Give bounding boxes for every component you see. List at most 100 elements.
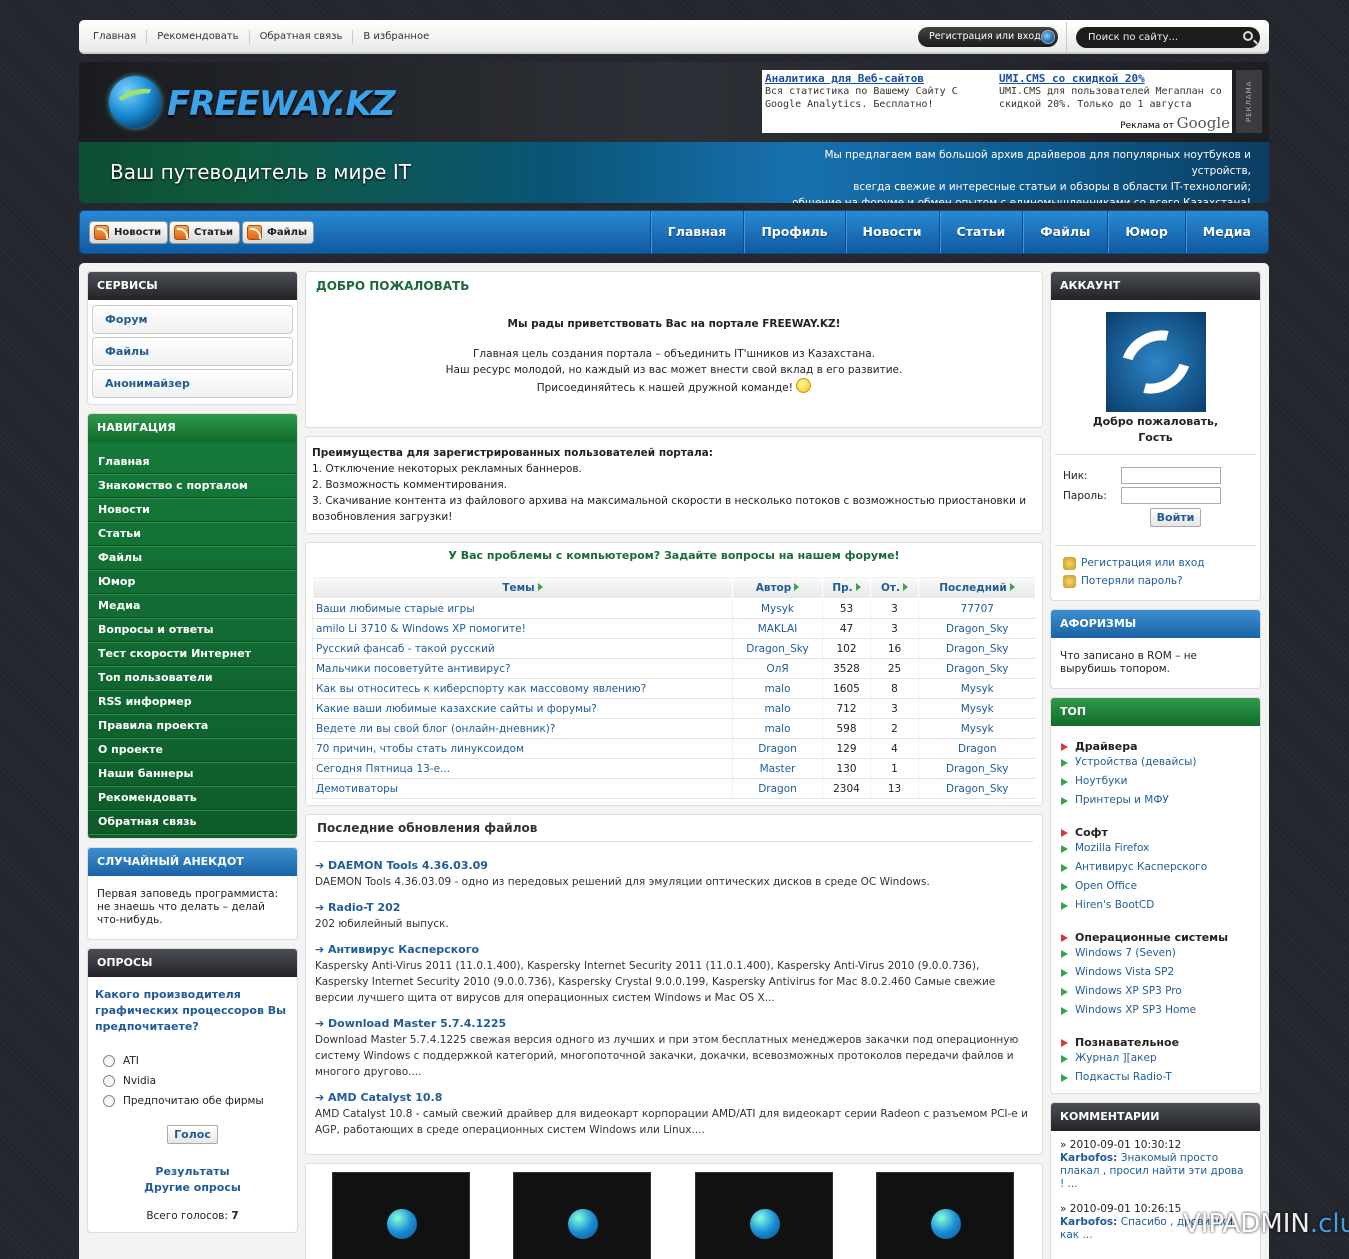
top-item-link[interactable]: Hiren's BootCD (1061, 896, 1260, 915)
top-item-link[interactable]: Ноутбуки (1061, 772, 1260, 791)
rss-articles-button[interactable]: Статьи (169, 221, 241, 244)
table-row[interactable]: 70 причин, чтобы стать линуксоидом Dragon… (312, 738, 1036, 759)
top-item-link[interactable]: Windows 7 (Seven) (1061, 944, 1260, 963)
nav-item[interactable]: Тест скорости Интернет (88, 642, 297, 666)
author-link[interactable]: Dragon (732, 778, 823, 799)
topic-link[interactable]: Сегодня Пятница 13-е... (312, 758, 733, 779)
last-poster-link[interactable]: Dragon_Sky (918, 638, 1036, 659)
file-title-link[interactable]: ➔ Radio-T 202 (315, 900, 1033, 916)
author-link[interactable]: malo (732, 718, 823, 739)
search-icon[interactable] (1243, 31, 1253, 41)
last-poster-link[interactable]: Dragon_Sky (918, 778, 1036, 799)
author-link[interactable]: ОлЯ (732, 658, 823, 679)
video-thumbnail[interactable] (332, 1172, 470, 1259)
poll-option[interactable]: ATI (88, 1051, 297, 1071)
ad-item-2[interactable]: UMI.CMS со скидкой 20% UMI.CMS для польз… (999, 72, 1224, 111)
ad-title-2[interactable]: UMI.CMS со скидкой 20% (999, 72, 1224, 85)
author-link[interactable]: Dragon_Sky (732, 638, 823, 659)
comment-body[interactable]: Karbofos: Знакомый просто плакал , проси… (1060, 1152, 1251, 1191)
nav-files[interactable]: Файлы (1022, 211, 1107, 253)
nav-item[interactable]: Правила проекта (88, 714, 297, 738)
table-row[interactable]: Мальчики посоветуйте антивирус? ОлЯ 3528 25… (312, 658, 1036, 679)
topic-link[interactable]: Русский фансаб - такой русский (312, 638, 733, 659)
video-thumbnail[interactable] (876, 1172, 1014, 1259)
table-row[interactable]: Ваши любимые старые игры Mysyk 53 3 77707 (312, 598, 1036, 619)
nav-articles[interactable]: Статьи (938, 211, 1023, 253)
top-link-home[interactable]: Главная (83, 30, 148, 44)
password-input[interactable] (1121, 487, 1221, 504)
nav-home[interactable]: Главная (649, 211, 744, 253)
file-title-link[interactable]: ➔ Антивирус Касперского (315, 942, 1033, 958)
comment-author[interactable]: Karbofos: (1060, 1216, 1117, 1228)
poll-option[interactable]: Предпочитаю обе фирмы (88, 1091, 297, 1111)
lost-password-link[interactable]: Потеряли пароль? (1055, 572, 1256, 590)
table-row[interactable]: Русский фансаб - такой русский Dragon_Sky… (312, 638, 1036, 659)
rss-files-button[interactable]: Файлы (242, 221, 315, 244)
last-poster-link[interactable]: Mysyk (918, 698, 1036, 719)
table-row[interactable]: amilo Li 3710 & Windows XP помогите! MAKL… (312, 618, 1036, 639)
col-header-author[interactable]: Автор (732, 576, 823, 599)
radio-button[interactable] (103, 1055, 115, 1067)
topic-link[interactable]: Какие ваши любимые казахские сайты и фор… (312, 698, 733, 719)
service-anonymizer[interactable]: Анонимайзер (92, 369, 293, 398)
topic-link[interactable]: 70 причин, чтобы стать линуксоидом (312, 738, 733, 759)
top-link-favorites[interactable]: В избранное (353, 30, 439, 44)
nav-item[interactable]: Статьи (88, 522, 297, 546)
table-row[interactable]: Какие ваши любимые казахские сайты и фор… (312, 698, 1036, 719)
radio-button[interactable] (103, 1075, 115, 1087)
nav-item[interactable]: Знакомство с порталом (88, 474, 297, 498)
file-title-link[interactable]: ➔ DAEMON Tools 4.36.03.09 (315, 858, 1033, 874)
nav-item[interactable]: Топ пользователи (88, 666, 297, 690)
nav-item[interactable]: Юмор (88, 570, 297, 594)
file-title-link[interactable]: ➔ Download Master 5.7.4.1225 (315, 1016, 1033, 1032)
video-thumbnail[interactable] (695, 1172, 833, 1259)
login-input[interactable] (1121, 467, 1221, 484)
col-header-topics[interactable]: Темы (312, 576, 733, 599)
nav-item[interactable]: О проекте (88, 738, 297, 762)
rss-news-button[interactable]: Новости (89, 221, 169, 244)
author-link[interactable]: malo (732, 678, 823, 699)
top-item-link[interactable]: Windows XP SP3 Pro (1061, 982, 1260, 1001)
top-item-link[interactable]: Принтеры и МФУ (1061, 791, 1260, 810)
file-title-link[interactable]: ➔ AMD Catalyst 10.8 (315, 1090, 1033, 1106)
nav-item[interactable]: Вопросы и ответы (88, 618, 297, 642)
last-poster-link[interactable]: Mysyk (918, 678, 1036, 699)
comment-author[interactable]: Karbofos: (1060, 1152, 1117, 1164)
nav-item[interactable]: RSS информер (88, 690, 297, 714)
author-link[interactable]: MAKLAI (732, 618, 823, 639)
service-files[interactable]: Файлы (92, 337, 293, 366)
radio-button[interactable] (103, 1095, 115, 1107)
nav-item[interactable]: Главная (88, 450, 297, 474)
login-button[interactable]: Войти (1149, 508, 1202, 527)
top-item-link[interactable]: Open Office (1061, 877, 1260, 896)
col-header-replies[interactable]: От. (870, 576, 919, 599)
last-poster-link[interactable]: 77707 (918, 598, 1036, 619)
nav-item[interactable]: Рекомендовать (88, 786, 297, 810)
table-row[interactable]: Как вы относитесь к киберспорту как масс… (312, 678, 1036, 699)
author-link[interactable]: Master (732, 758, 823, 779)
topic-link[interactable]: amilo Li 3710 & Windows XP помогите! (312, 618, 733, 639)
top-link-feedback[interactable]: Обратная связь (250, 30, 354, 44)
poll-results-link[interactable]: Результаты (88, 1164, 297, 1180)
top-item-link[interactable]: Подкасты Radio-T (1061, 1068, 1260, 1087)
table-row[interactable]: Ведете ли вы свой блог (онлайн-дневник)?… (312, 718, 1036, 739)
author-link[interactable]: Mysyk (732, 598, 823, 619)
forum-title[interactable]: У Вас проблемы с компьютером? Задайте во… (312, 549, 1036, 562)
col-header-views[interactable]: Пр. (822, 576, 871, 599)
top-item-link[interactable]: Журнал ][акер (1061, 1049, 1260, 1068)
last-poster-link[interactable]: Mysyk (918, 718, 1036, 739)
col-header-last[interactable]: Последний (918, 576, 1036, 599)
nav-item[interactable]: Обратная связь (88, 810, 297, 834)
last-poster-link[interactable]: Dragon_Sky (918, 618, 1036, 639)
register-link[interactable]: Регистрация или вход (1055, 554, 1256, 572)
nav-news[interactable]: Новости (844, 211, 939, 253)
nav-humor[interactable]: Юмор (1107, 211, 1184, 253)
author-link[interactable]: Dragon (732, 738, 823, 759)
topic-link[interactable]: Ведете ли вы свой блог (онлайн-дневник)? (312, 718, 733, 739)
vote-button[interactable]: Голос (167, 1125, 218, 1144)
poll-option[interactable]: Nvidia (88, 1071, 297, 1091)
site-logo[interactable]: FREEWAY.KZ (109, 74, 395, 130)
search-input[interactable]: Поиск по сайту... (1076, 27, 1260, 48)
table-row[interactable]: Сегодня Пятница 13-е... Master 130 1 Dragon_… (312, 758, 1036, 779)
top-item-link[interactable]: Антивирус Касперского (1061, 858, 1260, 877)
